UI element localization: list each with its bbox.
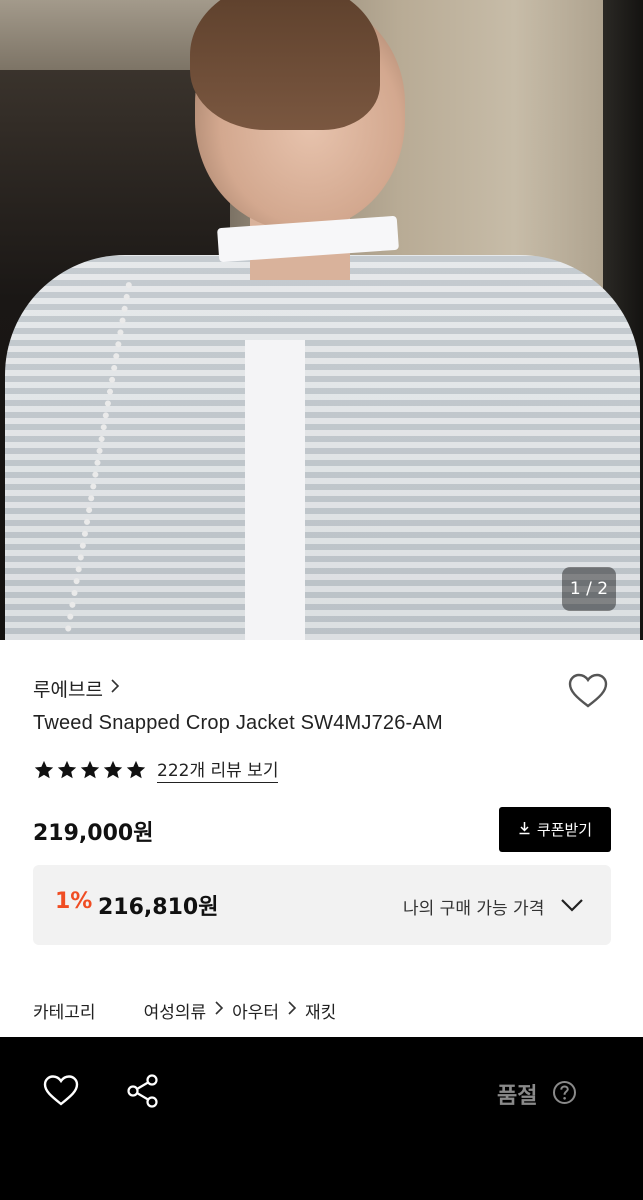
star-icon (57, 760, 77, 778)
my-price-label: 나의 구매 가능 가격 (403, 899, 545, 919)
rating-row: 222개 리뷰 보기 (33, 756, 279, 783)
chevron-right-icon (109, 678, 121, 699)
image-model-hair (190, 0, 380, 130)
product-image[interactable] (0, 0, 643, 640)
coupon-button-label: 쿠폰받기 (536, 821, 593, 839)
chevron-right-icon (214, 1000, 224, 1021)
image-counter: 1 / 2 (562, 567, 616, 611)
category-item[interactable]: 여성의류 (144, 998, 207, 1023)
wishlist-heart-icon[interactable] (42, 1073, 80, 1109)
wishlist-heart-icon[interactable] (566, 670, 610, 714)
bottom-action-bar (0, 1037, 643, 1200)
share-icon[interactable] (125, 1073, 161, 1109)
brand-name: 루에브르 (33, 679, 103, 701)
coupon-download-button[interactable]: 쿠폰받기 (499, 807, 611, 852)
sold-out-status: 품절 (497, 1084, 538, 1109)
chevron-right-icon (287, 1000, 297, 1021)
product-price: 219,000원 (33, 821, 154, 846)
category-item[interactable]: 아우터 (232, 998, 279, 1023)
my-price-value: 216,810원 (98, 895, 219, 920)
my-price-box[interactable]: 1% 216,810원 나의 구매 가능 가격 (33, 865, 611, 945)
review-link[interactable]: 222개 리뷰 보기 (157, 756, 279, 783)
brand-link[interactable]: 루에브르 (33, 675, 121, 702)
category-breadcrumb: 카테고리 여성의류 아우터 재킷 (33, 998, 336, 1023)
image-shirt (245, 340, 305, 640)
star-icon (80, 760, 100, 778)
category-title: 카테고리 (33, 1003, 96, 1023)
help-icon[interactable] (552, 1080, 577, 1105)
star-icon (126, 760, 146, 778)
category-item[interactable]: 재킷 (305, 998, 336, 1023)
star-icon (103, 760, 123, 778)
download-icon (518, 821, 531, 839)
chevron-down-icon (559, 895, 585, 915)
star-icon (34, 760, 54, 778)
rating-stars (33, 759, 147, 781)
product-name: Tweed Snapped Crop Jacket SW4MJ726-AM (33, 712, 443, 734)
discount-rate: 1% (55, 889, 93, 914)
